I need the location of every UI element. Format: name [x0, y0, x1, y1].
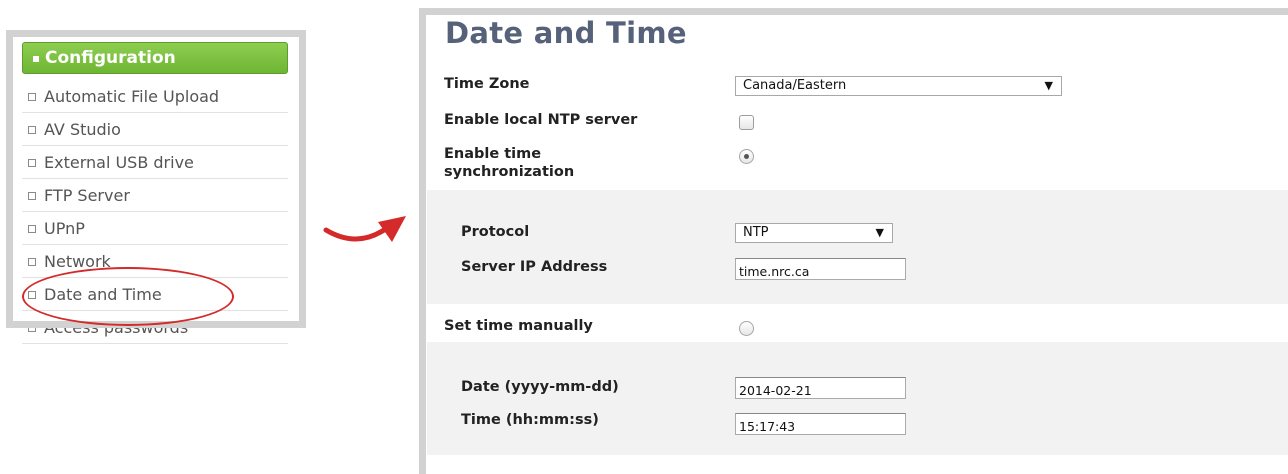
protocol-select[interactable]: NTP ▼ — [735, 223, 893, 243]
set-time-manually-radio[interactable] — [739, 321, 754, 336]
nav-item-label: FTP Server — [44, 186, 130, 205]
curved-arrow-icon — [323, 216, 406, 242]
nav-item-upnp[interactable]: UPnP — [22, 212, 288, 245]
bullet-icon — [28, 192, 36, 200]
triangle-down-icon: ▼ — [1044, 79, 1053, 92]
page-title: Date and Time — [445, 16, 687, 50]
bullet-icon — [28, 159, 36, 167]
time-sync-radio[interactable] — [739, 149, 754, 164]
bullet-icon — [28, 225, 36, 233]
bullet-icon — [33, 56, 39, 62]
ntp-server-label: Enable local NTP server — [444, 112, 638, 128]
nav-item-automatic-file-upload[interactable]: Automatic File Upload — [22, 80, 288, 113]
triangle-down-icon: ▼ — [875, 226, 884, 239]
nav-item-external-usb-drive[interactable]: External USB drive — [22, 146, 288, 179]
time-zone-value: Canada/Eastern — [743, 78, 847, 93]
ntp-settings-section — [427, 190, 1288, 304]
time-sync-label-line2: synchronization — [444, 164, 575, 180]
date-label: Date (yyyy-mm-dd) — [461, 379, 619, 395]
nav-item-ftp-server[interactable]: FTP Server — [22, 179, 288, 212]
time-sync-label-line1: Enable time — [444, 146, 542, 162]
bullet-icon — [28, 258, 36, 266]
nav-item-av-studio[interactable]: AV Studio — [22, 113, 288, 146]
protocol-label: Protocol — [461, 224, 530, 240]
ntp-server-checkbox[interactable] — [739, 115, 754, 130]
time-zone-select[interactable]: Canada/Eastern ▼ — [735, 76, 1062, 96]
nav-item-label: UPnP — [44, 219, 85, 238]
time-label: Time (hh:mm:ss) — [461, 412, 599, 428]
protocol-value: NTP — [743, 225, 769, 240]
configuration-header-label: Configuration — [45, 48, 176, 68]
bullet-icon — [28, 93, 36, 101]
time-input[interactable]: 15:17:43 — [735, 413, 906, 435]
nav-item-label: External USB drive — [44, 153, 194, 172]
nav-item-label: AV Studio — [44, 120, 121, 139]
configuration-header[interactable]: Configuration — [22, 42, 288, 74]
nav-item-label: Automatic File Upload — [44, 87, 220, 106]
server-ip-input[interactable]: time.nrc.ca — [735, 258, 906, 280]
server-ip-label: Server IP Address — [461, 259, 608, 275]
set-time-manually-label: Set time manually — [444, 318, 593, 334]
time-zone-label: Time Zone — [444, 76, 530, 92]
date-input[interactable]: 2014-02-21 — [735, 377, 906, 399]
bullet-icon — [28, 126, 36, 134]
highlight-ellipse — [22, 267, 234, 326]
radio-selected-dot — [744, 154, 749, 159]
